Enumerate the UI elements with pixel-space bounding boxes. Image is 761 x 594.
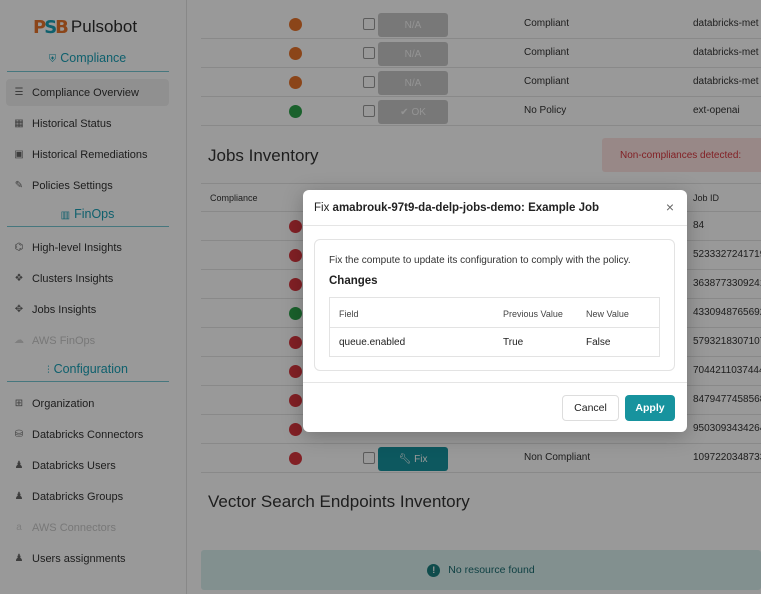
field-cell: queue.enabled xyxy=(339,337,406,348)
modal-footer-divider xyxy=(303,382,687,383)
column-header-new: New Value xyxy=(586,309,629,319)
changes-table: Field Previous Value New Value queue.ena… xyxy=(329,297,660,357)
modal-header: Fix amabrouk-97t9-da-delp-jobs-demo: Exa… xyxy=(303,190,687,226)
modal-description: Fix the compute to update its configurat… xyxy=(329,255,631,266)
changes-table-header: Field Previous Value New Value xyxy=(330,298,659,328)
column-header-field: Field xyxy=(339,309,359,319)
changes-heading: Changes xyxy=(329,275,378,287)
table-row: queue.enabled True False xyxy=(330,328,659,356)
fix-modal: Fix amabrouk-97t9-da-delp-jobs-demo: Exa… xyxy=(303,190,687,432)
close-icon[interactable]: × xyxy=(666,199,674,215)
modal-body: Fix the compute to update its configurat… xyxy=(314,239,675,371)
cancel-button[interactable]: Cancel xyxy=(562,395,619,421)
modal-title-name: amabrouk-97t9-da-delp-jobs-demo: Example… xyxy=(332,202,600,214)
new-value-cell: False xyxy=(586,337,611,348)
apply-button[interactable]: Apply xyxy=(625,395,675,421)
modal-title: Fix amabrouk-97t9-da-delp-jobs-demo: Exa… xyxy=(314,202,599,214)
modal-title-prefix: Fix xyxy=(314,202,330,214)
previous-value-cell: True xyxy=(503,337,524,348)
column-header-previous: Previous Value xyxy=(503,309,563,319)
